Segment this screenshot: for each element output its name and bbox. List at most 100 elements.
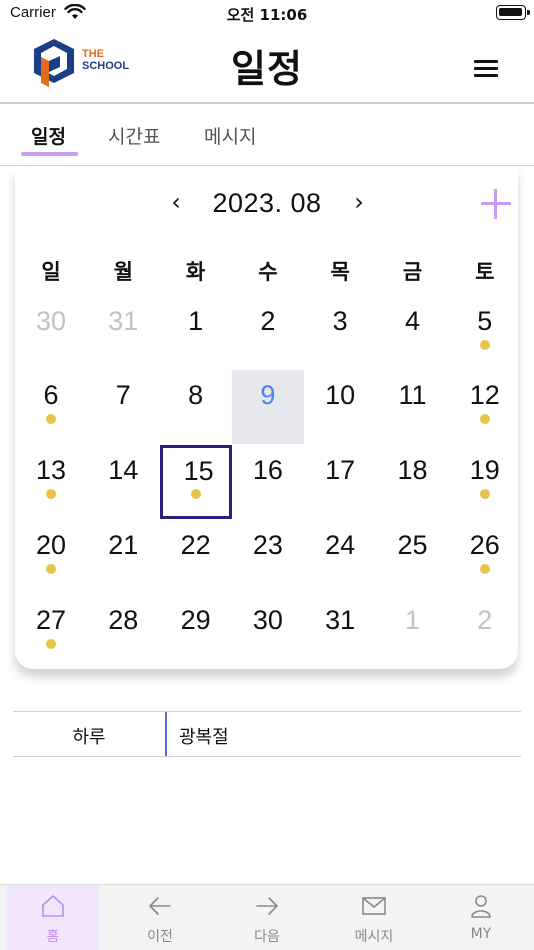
nav-my-label: MY bbox=[470, 926, 492, 942]
event-dot-icon bbox=[46, 489, 56, 499]
event-dot-icon bbox=[46, 564, 56, 574]
calendar-day-number: 30 bbox=[252, 605, 283, 635]
calendar-day[interactable]: 19 bbox=[449, 445, 521, 519]
calendar-day-number: 2 bbox=[477, 605, 493, 635]
calendar-day[interactable]: 22 bbox=[160, 520, 232, 594]
calendar-day[interactable]: 13 bbox=[15, 445, 87, 519]
tab-schedule[interactable]: 일정 bbox=[31, 122, 66, 149]
prev-month-chevron-icon[interactable]: ‹ bbox=[163, 188, 189, 216]
calendar-day[interactable]: 29 bbox=[160, 595, 232, 669]
status-bar: Carrier 오전 11:06 bbox=[0, 0, 534, 28]
weekday-label: 월 bbox=[113, 260, 133, 284]
calendar-day[interactable]: 20 bbox=[15, 520, 87, 594]
weekday-label: 토 bbox=[475, 260, 495, 284]
home-icon bbox=[42, 895, 64, 917]
event-title: 광복절 bbox=[179, 727, 229, 748]
add-event-plus-icon[interactable] bbox=[481, 189, 511, 219]
calendar-day[interactable]: 26 bbox=[449, 520, 521, 594]
next-month-chevron-icon[interactable]: › bbox=[346, 188, 372, 216]
calendar-day-number: 3 bbox=[332, 306, 348, 336]
calendar-day-number: 25 bbox=[397, 530, 428, 560]
calendar-day-number: 18 bbox=[397, 455, 428, 485]
arrow-right-icon bbox=[256, 897, 278, 915]
weekday-label: 일 bbox=[41, 260, 61, 284]
status-time: 오전 11:06 bbox=[226, 6, 308, 24]
calendar-day[interactable]: 17 bbox=[304, 445, 376, 519]
calendar-day[interactable]: 31 bbox=[304, 595, 376, 669]
calendar-day-number: 27 bbox=[35, 605, 67, 635]
nav-previous[interactable]: 이전 bbox=[114, 885, 206, 950]
battery-icon bbox=[496, 5, 530, 20]
calendar-day[interactable]: 28 bbox=[87, 595, 159, 669]
weekday-label: 수 bbox=[258, 260, 278, 284]
calendar-day[interactable]: 5 bbox=[449, 296, 521, 370]
nav-home[interactable]: 홈 bbox=[7, 885, 99, 950]
event-dot-icon bbox=[190, 489, 201, 499]
calendar-day-number: 5 bbox=[477, 306, 493, 336]
hamburger-menu-icon[interactable] bbox=[474, 58, 500, 78]
calendar-day[interactable]: 8 bbox=[160, 370, 232, 444]
calendar-day-number: 29 bbox=[180, 605, 211, 635]
mail-icon bbox=[362, 897, 386, 915]
bottom-nav: 홈 이전 다음 메시지 MY bbox=[0, 884, 534, 950]
event-dot-icon bbox=[46, 414, 56, 424]
calendar-day[interactable]: 25 bbox=[377, 520, 449, 594]
nav-my[interactable]: MY bbox=[435, 885, 527, 950]
nav-next[interactable]: 다음 bbox=[221, 885, 313, 950]
calendar-day-today[interactable]: 9 bbox=[231, 370, 304, 444]
event-dot-icon bbox=[46, 639, 56, 649]
nav-home-label: 홈 bbox=[46, 929, 60, 945]
tab-messages[interactable]: 메시지 bbox=[204, 122, 256, 149]
calendar-day[interactable]: 10 bbox=[304, 370, 376, 444]
calendar-day-number: 31 bbox=[325, 605, 356, 635]
calendar-day[interactable]: 23 bbox=[232, 520, 304, 594]
event-list-item[interactable]: 하루 광복절 bbox=[13, 711, 521, 757]
calendar-day[interactable]: 21 bbox=[87, 520, 159, 594]
calendar-day-number: 22 bbox=[180, 530, 211, 560]
calendar-day[interactable]: 14 bbox=[87, 445, 159, 519]
nav-messages-label: 메시지 bbox=[354, 929, 394, 945]
calendar-day-number: 14 bbox=[108, 455, 139, 485]
nav-next-label: 다음 bbox=[254, 929, 280, 945]
calendar-day[interactable]: 30 bbox=[232, 595, 304, 669]
event-dot-icon bbox=[479, 340, 490, 350]
weekday-label: 목 bbox=[330, 260, 350, 284]
calendar-day[interactable]: 16 bbox=[232, 445, 304, 519]
calendar-day-number: 23 bbox=[252, 530, 283, 560]
tab-bar: 일정 시간표 메시지 bbox=[0, 106, 534, 166]
calendar-day[interactable]: 30 bbox=[15, 296, 87, 370]
nav-previous-label: 이전 bbox=[147, 929, 173, 945]
calendar-day-number: 28 bbox=[108, 605, 139, 635]
tab-timetable[interactable]: 시간표 bbox=[108, 122, 160, 149]
calendar-day[interactable]: 1 bbox=[377, 595, 449, 669]
nav-messages[interactable]: 메시지 bbox=[328, 885, 420, 950]
calendar-day-number: 6 bbox=[43, 380, 59, 410]
calendar-day[interactable]: 3 bbox=[304, 296, 376, 370]
calendar-day[interactable]: 24 bbox=[304, 520, 376, 594]
calendar-day[interactable]: 6 bbox=[15, 370, 87, 444]
calendar-day[interactable]: 11 bbox=[377, 370, 449, 444]
calendar-day[interactable]: 4 bbox=[377, 296, 449, 370]
calendar-day-number: 30 bbox=[35, 306, 67, 336]
calendar-day[interactable]: 1 bbox=[160, 296, 232, 370]
event-duration-type: 하루 bbox=[72, 727, 106, 748]
calendar-day[interactable]: 31 bbox=[87, 296, 159, 370]
calendar-day[interactable]: 2 bbox=[449, 595, 521, 669]
event-dot-icon bbox=[479, 489, 490, 499]
calendar-day[interactable]: 12 bbox=[449, 370, 521, 444]
calendar-day[interactable]: 18 bbox=[377, 445, 449, 519]
calendar-day[interactable]: 2 bbox=[232, 296, 304, 370]
calendar-day-number: 16 bbox=[252, 455, 283, 485]
calendar-day-number: 26 bbox=[469, 530, 500, 560]
calendar-day-number: 11 bbox=[398, 380, 427, 410]
arrow-left-icon bbox=[149, 897, 171, 915]
weekday-label: 금 bbox=[402, 260, 423, 284]
calendar-day-selected[interactable]: 15 bbox=[159, 445, 232, 519]
calendar-day-number: 15 bbox=[183, 456, 214, 486]
event-dot-icon bbox=[479, 564, 490, 574]
calendar-day-number: 13 bbox=[35, 455, 67, 485]
header: THE SCHOOL 일정 bbox=[0, 28, 534, 104]
calendar-day[interactable]: 7 bbox=[87, 370, 159, 444]
calendar-day-number: 19 bbox=[469, 455, 500, 485]
calendar-day[interactable]: 27 bbox=[15, 595, 87, 669]
